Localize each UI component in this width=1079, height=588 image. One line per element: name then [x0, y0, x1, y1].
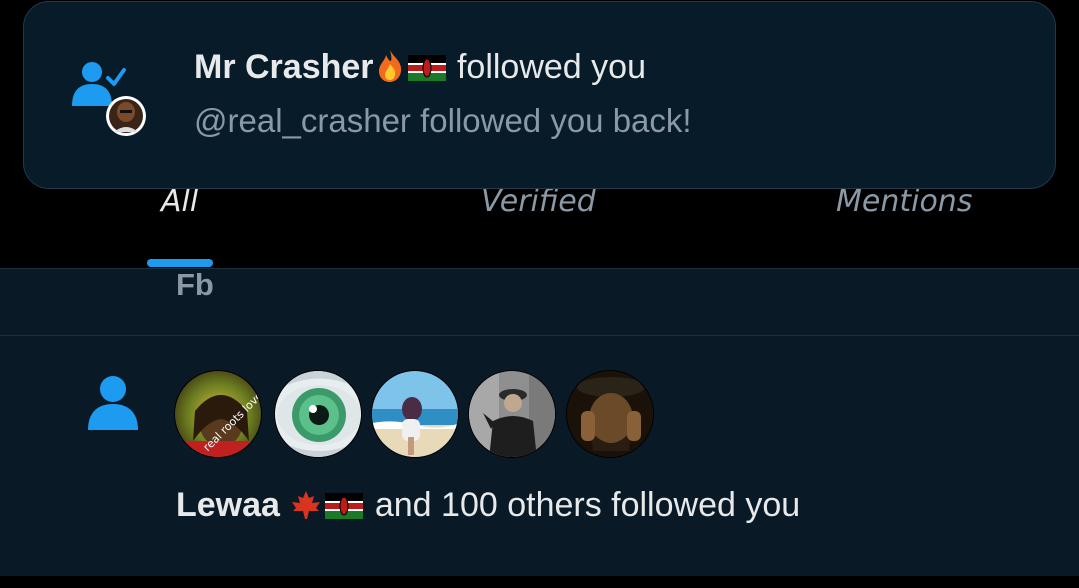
follower-avatar[interactable]	[274, 370, 362, 458]
follow-notification-card[interactable]: real roots love Lewaa and 100 others fol…	[0, 336, 1079, 576]
toast-action-text: followed you	[456, 48, 646, 86]
tab-mentions[interactable]: Mentions	[836, 184, 972, 219]
follower-avatar[interactable]	[566, 370, 654, 458]
notification-rest-text: and 100 others followed you	[374, 486, 801, 524]
divider	[0, 576, 1079, 588]
notification-text: Lewaa and 100 others followed you	[176, 486, 800, 530]
user-follow-check-icon	[72, 62, 146, 136]
active-tab-indicator	[147, 259, 213, 267]
tab-all[interactable]: All	[161, 184, 198, 219]
toast-subtitle: @real_crasher followed you back!	[194, 102, 692, 139]
maple-leaf-icon	[289, 489, 323, 530]
filter-label[interactable]: Fb	[176, 267, 214, 303]
toast-title: Mr Crasher followed you	[194, 48, 646, 92]
follower-avatar[interactable]: real roots love	[174, 370, 262, 458]
tab-verified[interactable]: Verified	[481, 184, 596, 219]
kenya-flag-icon	[407, 55, 446, 81]
follower-name[interactable]: Lewaa	[176, 486, 280, 524]
follower-avatar[interactable]	[371, 370, 459, 458]
toast-user-name[interactable]: Mr Crasher	[194, 48, 374, 86]
follow-toast[interactable]: Mr Crasher followed you @real_crasher fo…	[23, 1, 1056, 189]
kenya-flag-icon	[325, 493, 364, 519]
follower-avatar[interactable]	[468, 370, 556, 458]
fire-icon	[374, 49, 406, 92]
filter-row: Fb	[0, 267, 1079, 336]
person-icon	[88, 376, 138, 430]
